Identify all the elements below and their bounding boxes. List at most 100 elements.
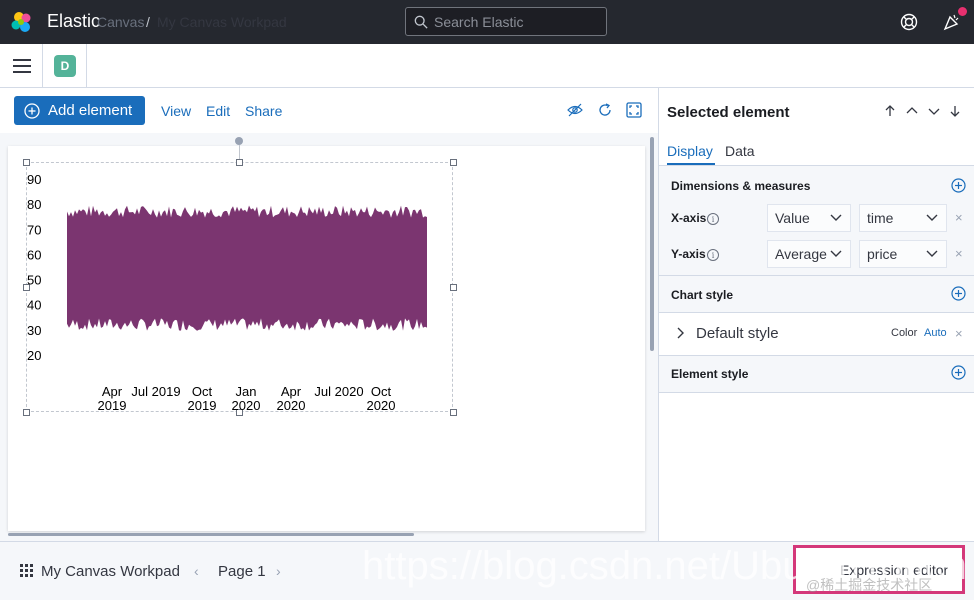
- remove-x-axis-icon[interactable]: ×: [955, 210, 963, 225]
- view-menu[interactable]: View: [161, 103, 191, 119]
- expression-editor-button[interactable]: Expression editor: [793, 545, 965, 594]
- chevron-down-icon: [830, 214, 842, 221]
- y-tick-label: 30: [27, 323, 41, 338]
- notification-badge: [958, 7, 967, 16]
- tab-display[interactable]: Display: [667, 143, 713, 159]
- vertical-scrollbar[interactable]: [650, 137, 654, 351]
- section-divider: [659, 355, 974, 356]
- color-auto-link[interactable]: Auto: [924, 327, 947, 339]
- x-tick-label: Jul 2020: [314, 384, 363, 399]
- breadcrumb-bar: D: [0, 44, 974, 88]
- x-tick-label: 2020: [232, 398, 261, 413]
- y-axis-field-select[interactable]: price: [859, 240, 947, 268]
- chevron-right-icon[interactable]: [677, 327, 685, 339]
- chevron-down-icon: [830, 250, 842, 257]
- breadcrumb-canvas[interactable]: Canvas: [97, 14, 144, 30]
- add-element-label: Add element: [48, 102, 133, 119]
- area-chart: 9080706050403020Apr2019Jul 2019 Oct2019Ja…: [27, 172, 427, 413]
- color-label: Color: [891, 327, 918, 339]
- x-axis-function-select[interactable]: Value: [767, 204, 851, 232]
- y-axis-label: Y-axis: [671, 247, 706, 261]
- share-menu[interactable]: Share: [245, 103, 282, 119]
- y-tick-label: 40: [27, 298, 41, 313]
- global-search[interactable]: [405, 7, 607, 36]
- resize-handle-bottom-right[interactable]: [450, 409, 457, 416]
- space-avatar[interactable]: D: [54, 55, 76, 77]
- resize-handle-top-left[interactable]: [23, 159, 30, 166]
- y-tick-label: 80: [27, 197, 41, 212]
- divider: [86, 44, 87, 88]
- chart-style-heading: Chart style: [671, 288, 734, 302]
- dimensions-measures-heading: Dimensions & measures: [671, 179, 811, 193]
- x-tick-label: Apr: [281, 384, 302, 399]
- add-dimension-icon[interactable]: [951, 178, 966, 193]
- default-style-label[interactable]: Default style: [696, 325, 779, 342]
- add-element-button[interactable]: Add element: [14, 96, 145, 125]
- x-tick-label: 2019: [98, 398, 127, 413]
- x-axis-field-select[interactable]: time: [859, 204, 947, 232]
- x-tick-label: 2019: [188, 398, 217, 413]
- x-tick-label: Oct: [371, 384, 392, 399]
- divider: [42, 44, 43, 88]
- remove-y-axis-icon[interactable]: ×: [955, 246, 963, 261]
- info-icon[interactable]: i: [707, 249, 719, 261]
- area-series: [67, 205, 427, 331]
- elastic-logo-icon[interactable]: [10, 10, 34, 34]
- brand-name[interactable]: Elastic: [47, 11, 100, 32]
- resize-handle-top[interactable]: [236, 159, 243, 166]
- remove-style-icon[interactable]: ×: [955, 326, 963, 341]
- chevron-down-icon: [926, 250, 938, 257]
- horizontal-scrollbar[interactable]: [8, 533, 414, 536]
- x-axis-field-value: time: [867, 210, 894, 226]
- y-tick-label: 20: [27, 348, 41, 363]
- next-page-icon[interactable]: ›: [276, 563, 281, 579]
- y-tick-label: 60: [27, 247, 41, 262]
- breadcrumb-workpad: My Canvas Workpad: [157, 14, 287, 30]
- section-divider: [659, 275, 974, 276]
- info-icon[interactable]: i: [707, 213, 719, 225]
- tab-data[interactable]: Data: [725, 143, 755, 159]
- page-grid-icon[interactable]: [20, 564, 33, 577]
- section-divider: [659, 392, 974, 393]
- x-tick-label: Oct: [192, 384, 213, 399]
- previous-page-icon[interactable]: ‹: [194, 563, 199, 579]
- add-element-style-icon[interactable]: [951, 365, 966, 380]
- resize-handle-top-right[interactable]: [450, 159, 457, 166]
- bring-forward-icon[interactable]: [905, 104, 919, 118]
- y-tick-label: 90: [27, 172, 41, 187]
- x-tick-label: Jan: [236, 384, 257, 399]
- search-input[interactable]: [434, 13, 604, 30]
- refresh-icon[interactable]: [597, 102, 613, 118]
- x-tick-label: Apr: [102, 384, 123, 399]
- element-style-heading: Element style: [671, 367, 749, 381]
- plus-circle-icon: [24, 102, 40, 119]
- y-axis-function-value: Average: [775, 246, 827, 262]
- send-to-back-icon[interactable]: [948, 104, 962, 118]
- x-tick-label: Jul 2019: [131, 384, 180, 399]
- resize-handle-right[interactable]: [450, 284, 457, 291]
- footer-workpad-title[interactable]: My Canvas Workpad: [41, 563, 180, 580]
- fullscreen-icon[interactable]: [626, 102, 642, 118]
- search-icon: [414, 15, 428, 29]
- panel-section-background: [659, 166, 974, 392]
- expression-editor-label: Expression editor: [840, 561, 949, 578]
- add-chart-style-icon[interactable]: [951, 286, 966, 301]
- x-axis-function-value: Value: [775, 210, 810, 226]
- x-tick-label: 2020: [367, 398, 396, 413]
- eye-closed-icon[interactable]: [567, 102, 583, 118]
- rotation-handle[interactable]: [235, 137, 243, 145]
- y-axis-field-value: price: [867, 246, 898, 262]
- chevron-down-icon: [926, 214, 938, 221]
- help-icon[interactable]: [900, 13, 918, 31]
- edit-menu[interactable]: Edit: [206, 103, 230, 119]
- y-tick-label: 70: [27, 222, 41, 237]
- bring-to-front-icon[interactable]: [883, 104, 897, 118]
- send-backward-icon[interactable]: [927, 104, 941, 118]
- page-indicator[interactable]: Page 1: [218, 563, 266, 580]
- x-axis-label: X-axis: [671, 211, 707, 225]
- breadcrumb-separator: /: [146, 14, 150, 30]
- y-axis-function-select[interactable]: Average: [767, 240, 851, 268]
- hamburger-menu-icon[interactable]: [13, 58, 31, 74]
- y-tick-label: 50: [27, 273, 41, 288]
- panel-title: Selected element: [667, 104, 790, 121]
